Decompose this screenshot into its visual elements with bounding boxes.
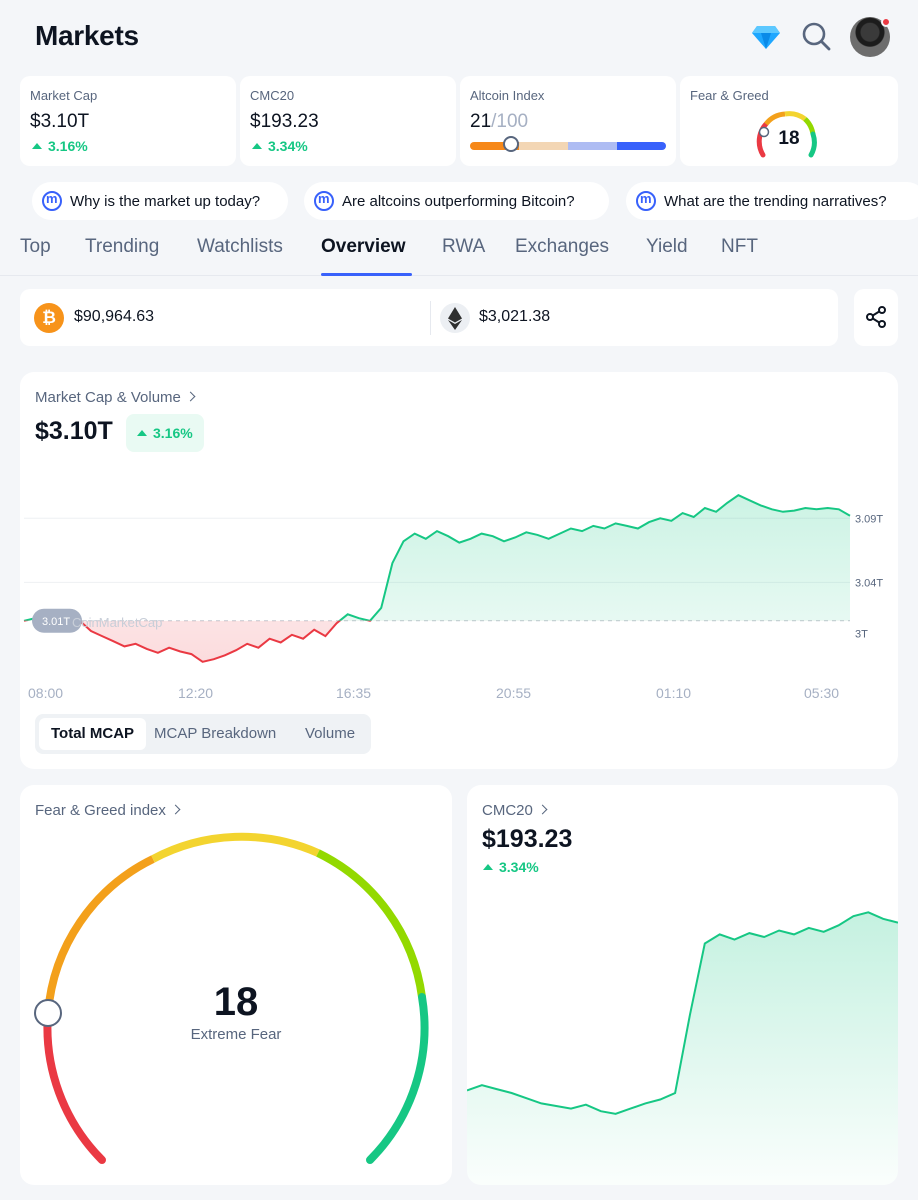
cmc20-label: CMC20	[250, 88, 295, 103]
y-tick-label: 3T	[855, 629, 868, 641]
cmc20-change: 3.34%	[252, 138, 308, 154]
tab-trending[interactable]: Trending	[85, 236, 159, 258]
cmc20-index-card: CMC20 $193.23 3.34%	[467, 785, 898, 1185]
cmc-ai-icon	[636, 191, 656, 211]
share-icon	[866, 306, 886, 328]
x-tick-label: 01:10	[656, 685, 691, 701]
tab-nft[interactable]: NFT	[721, 236, 758, 258]
price-strip: ₿ $90,964.63 $3,021.38	[20, 289, 838, 346]
mcap-chart[interactable]: 3T 3.04T 3.09T 08:00 12:20 16:35 20:55 01:10 05:…	[20, 372, 898, 712]
notification-dot	[881, 17, 891, 27]
avatar[interactable]	[850, 17, 891, 57]
tab-yield[interactable]: Yield	[646, 236, 688, 258]
fear-greed-status: Extreme Fear	[190, 1026, 282, 1043]
btc-price[interactable]: $90,964.63	[74, 308, 154, 326]
cmc-ai-icon	[314, 191, 334, 211]
x-tick-label: 08:00	[28, 685, 63, 701]
altcoin-index-bar	[470, 142, 666, 150]
segment-mcap-breakdown[interactable]: MCAP Breakdown	[142, 718, 288, 750]
diamond-icon[interactable]	[751, 24, 781, 50]
market-tabs: Top Trending Watchlists Overview RWA Exc…	[0, 228, 918, 276]
baseline-pill-label: 3.01T	[42, 616, 70, 628]
x-tick-label: 12:20	[178, 685, 213, 701]
ethereum-icon	[440, 303, 470, 333]
eth-price[interactable]: $3,021.38	[479, 308, 550, 326]
cmc20-value: $193.23	[250, 111, 319, 132]
page-title: Markets	[35, 20, 139, 51]
fear-greed-mini-value: 18	[778, 128, 800, 149]
search-icon[interactable]	[801, 20, 831, 52]
area-fill-up	[24, 495, 850, 621]
segment-volume[interactable]: Volume	[293, 718, 367, 750]
cmc20-chart[interactable]	[467, 785, 898, 1185]
altcoin-index-value: 21/100	[470, 111, 529, 132]
bitcoin-icon: ₿	[34, 303, 64, 333]
y-tick-label: 3.04T	[855, 577, 883, 589]
tab-watchlists[interactable]: Watchlists	[197, 236, 283, 258]
fear-greed-card[interactable]: Fear & Greed 18	[680, 76, 898, 166]
chip-altcoins[interactable]: Are altcoins outperforming Bitcoin?	[304, 182, 609, 220]
divider	[430, 301, 431, 335]
tab-exchanges[interactable]: Exchanges	[515, 236, 609, 258]
mcap-segmented-control: Total MCAP MCAP Breakdown Volume	[35, 714, 371, 754]
segment-total-mcap[interactable]: Total MCAP	[39, 718, 147, 750]
tab-rwa[interactable]: RWA	[442, 236, 485, 258]
tab-overview[interactable]: Overview	[321, 236, 406, 258]
x-tick-label: 05:30	[804, 685, 839, 701]
active-tab-indicator	[321, 273, 412, 276]
fear-greed-label: Fear & Greed	[690, 88, 769, 103]
fear-greed-value: 18	[213, 980, 259, 1024]
altcoin-index-label: Altcoin Index	[470, 88, 545, 103]
tab-top[interactable]: Top	[20, 236, 51, 258]
altcoin-index-card[interactable]: Altcoin Index 21/100	[460, 76, 676, 166]
watermark-text: CoinMarketCap	[72, 615, 162, 630]
question-chips: Why is the market up today? Are altcoins…	[0, 180, 918, 224]
chip-market-up[interactable]: Why is the market up today?	[32, 182, 288, 220]
market-cap-label: Market Cap	[30, 88, 98, 103]
cmc20-card[interactable]: CMC20 $193.23 3.34%	[240, 76, 456, 166]
market-cap-change: 3.16%	[32, 138, 88, 154]
x-tick-label: 20:55	[496, 685, 531, 701]
share-button[interactable]	[854, 289, 898, 346]
x-tick-label: 16:35	[336, 685, 371, 701]
market-cap-card[interactable]: Market Cap $3.10T 3.16%	[20, 76, 236, 166]
y-tick-label: 3.09T	[855, 513, 883, 525]
header: Markets	[0, 0, 918, 76]
fear-greed-index-card: Fear & Greed index 18 Extreme Fear	[20, 785, 452, 1185]
chip-narratives[interactable]: What are the trending narratives?	[626, 182, 918, 220]
market-cap-volume-card: Market Cap & Volume $3.10T 3.16% 3T 3.04T…	[20, 372, 898, 769]
cmc-ai-icon	[42, 191, 62, 211]
market-cap-value: $3.10T	[30, 111, 90, 132]
